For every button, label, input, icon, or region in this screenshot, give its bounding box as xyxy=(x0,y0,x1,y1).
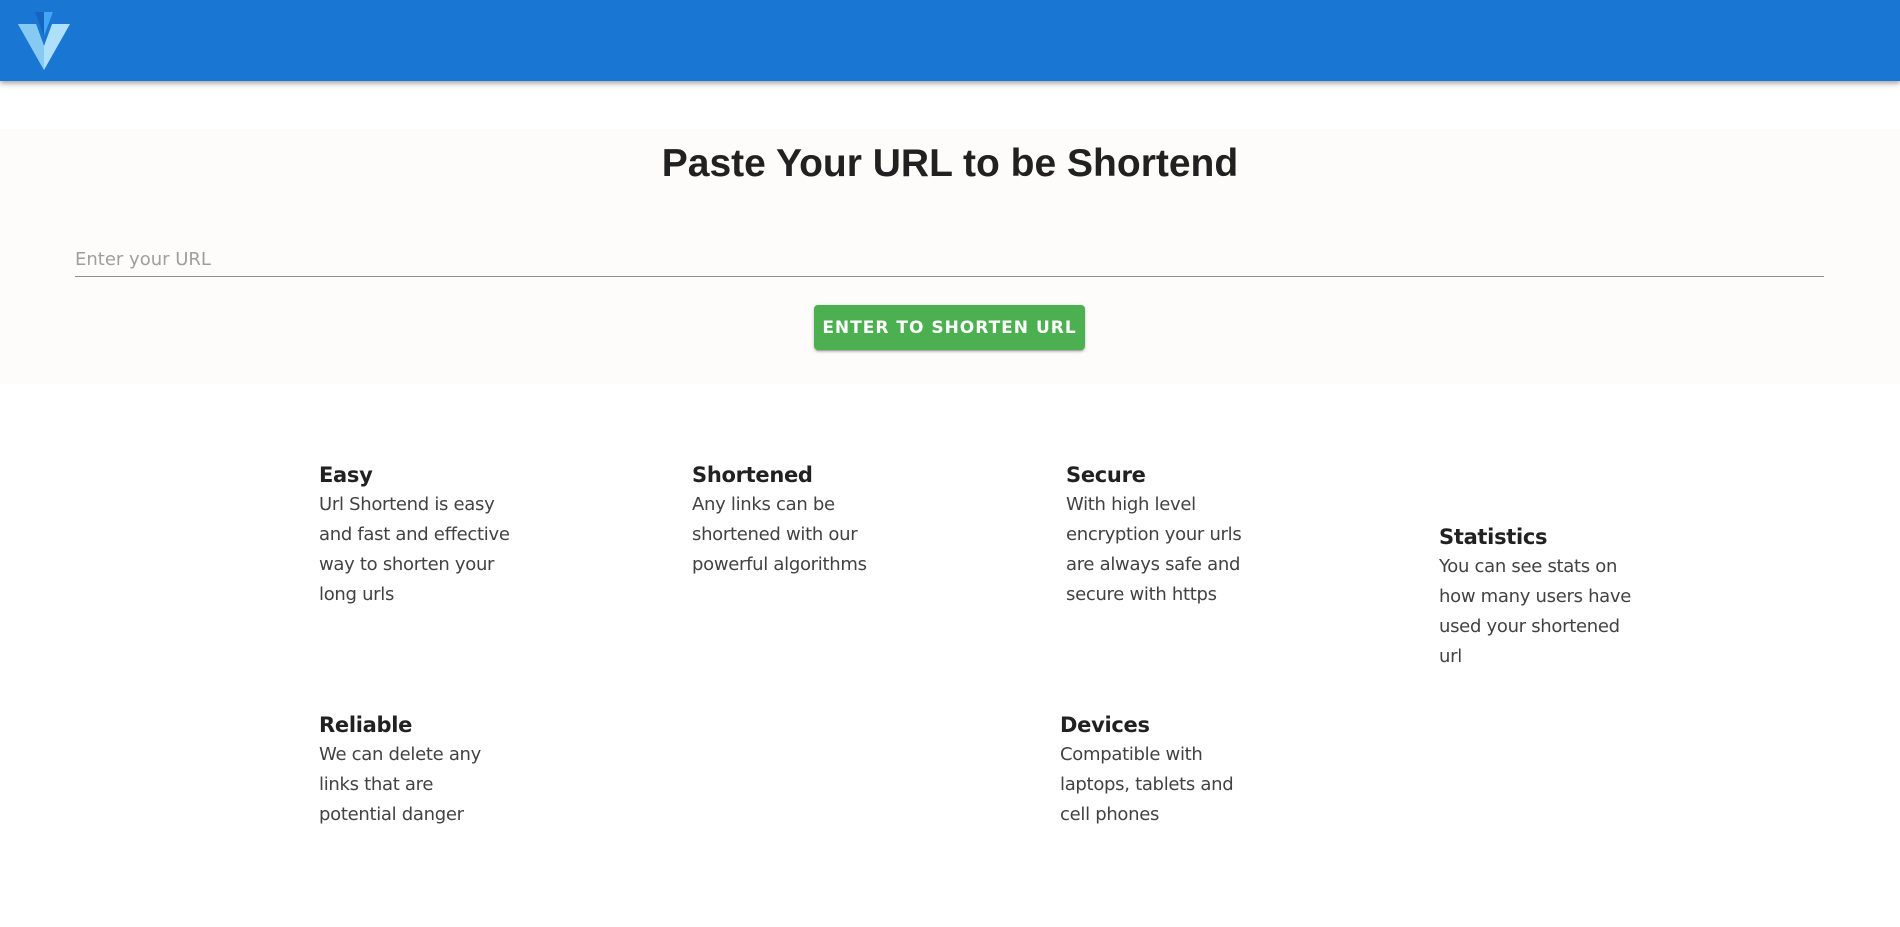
app-bar xyxy=(0,0,1900,81)
feature-text: Any links can be shortened with our powe… xyxy=(692,494,867,575)
feature-shortened: Shortened Any links can be shortened wit… xyxy=(692,460,888,580)
feature-devices: Devices Compatible with laptops, tablets… xyxy=(1060,710,1256,830)
feature-text: With high level encryption your urls are… xyxy=(1066,494,1242,605)
feature-text: Compatible with laptops, tablets and cel… xyxy=(1060,744,1234,825)
feature-text: Url Shortend is easy and fast and effect… xyxy=(319,494,510,605)
feature-statistics: Statistics You can see stats on how many… xyxy=(1439,522,1635,672)
feature-title: Shortened xyxy=(692,463,813,487)
hero-section: Paste Your URL to be Shortend Enter to s… xyxy=(0,129,1900,384)
feature-title: Secure xyxy=(1066,463,1146,487)
feature-title: Reliable xyxy=(319,713,413,737)
url-input[interactable] xyxy=(75,242,1824,277)
shorten-url-button[interactable]: Enter to shorten URL xyxy=(814,305,1085,350)
feature-text: You can see stats on how many users have… xyxy=(1439,556,1632,667)
feature-title: Easy xyxy=(319,463,373,487)
feature-secure: Secure With high level encryption your u… xyxy=(1066,460,1262,610)
vuetify-logo-icon[interactable] xyxy=(18,12,70,72)
feature-easy: Easy Url Shortend is easy and fast and e… xyxy=(319,460,515,610)
feature-title: Devices xyxy=(1060,713,1150,737)
feature-text: We can delete any links that are potenti… xyxy=(319,744,482,825)
feature-title: Statistics xyxy=(1439,525,1548,549)
feature-reliable: Reliable We can delete any links that ar… xyxy=(319,710,515,830)
page-title: Paste Your URL to be Shortend xyxy=(661,142,1239,185)
